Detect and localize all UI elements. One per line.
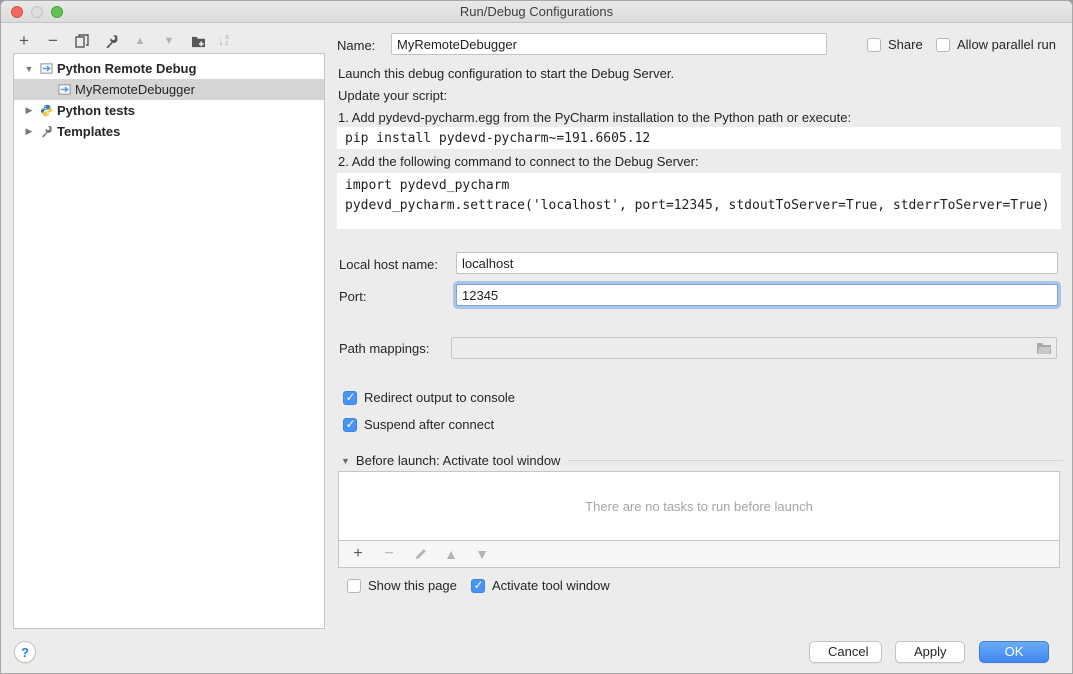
move-down-icon: ▼ [160, 32, 178, 50]
redirect-output-checkbox[interactable] [343, 391, 357, 405]
activate-tool-window-checkbox[interactable] [471, 579, 485, 593]
configurations-tree: ▼ Python Remote Debug ▶ MyRemoteDebugger… [13, 53, 325, 629]
step2-text: 2. Add the following command to connect … [338, 154, 699, 169]
share-checkbox[interactable] [867, 38, 881, 52]
help-button[interactable]: ? [14, 641, 36, 663]
copy-configuration-icon[interactable] [73, 32, 91, 50]
section-divider [568, 460, 1063, 461]
move-task-up-icon: ▲ [442, 545, 460, 563]
tree-item-myremotedebugger[interactable]: ▶ MyRemoteDebugger [14, 79, 324, 100]
ok-button[interactable]: OK [979, 641, 1049, 663]
step1-text: 1. Add pydevd-pycharm.egg from the PyCha… [338, 110, 851, 125]
tree-item-templates[interactable]: ▶ Templates [14, 121, 324, 142]
tree-item-label: Python tests [57, 103, 135, 118]
settrace-code: import pydevd_pycharm pydevd_pycharm.set… [337, 173, 1061, 229]
window-title: Run/Debug Configurations [1, 4, 1072, 19]
configurations-toolbar: + − ▲ ▼ ↓az [15, 29, 229, 53]
title-bar: Run/Debug Configurations [1, 1, 1072, 23]
share-label: Share [888, 37, 923, 52]
show-this-page-label: Show this page [368, 578, 457, 593]
new-folder-icon[interactable] [189, 32, 207, 50]
suspend-after-row: Suspend after connect [343, 417, 494, 432]
allow-parallel-run-label: Allow parallel run [957, 37, 1056, 52]
cancel-button[interactable]: Cancel [809, 641, 882, 663]
suspend-after-label: Suspend after connect [364, 417, 494, 432]
run-config-icon [57, 83, 71, 97]
move-task-down-icon: ▼ [473, 545, 491, 563]
share-checkbox-row: Share [867, 37, 923, 52]
allow-parallel-checkbox-row: Allow parallel run [936, 37, 1056, 52]
name-input[interactable] [391, 33, 827, 55]
expand-collapse-icon[interactable]: ▼ [23, 64, 35, 74]
expand-collapse-icon[interactable]: ▶ [23, 126, 35, 137]
tree-item-python-remote-debug[interactable]: ▼ Python Remote Debug [14, 58, 324, 79]
remove-task-icon: − [380, 545, 398, 563]
edit-task-icon [411, 545, 429, 563]
tasks-empty-text: There are no tasks to run before launch [585, 499, 813, 514]
add-configuration-icon[interactable]: + [15, 32, 33, 50]
suspend-after-checkbox[interactable] [343, 418, 357, 432]
tree-item-label: Templates [57, 124, 120, 139]
redirect-output-row: Redirect output to console [343, 390, 515, 405]
tree-item-label: MyRemoteDebugger [75, 82, 195, 97]
remove-configuration-icon[interactable]: − [44, 32, 62, 50]
name-label: Name: [337, 38, 375, 53]
tree-item-python-tests[interactable]: ▶ Python tests [14, 100, 324, 121]
name-row: Name: [337, 38, 375, 53]
path-mappings-label: Path mappings: [339, 341, 429, 356]
task-toolbar: + − ▲ ▼ [338, 541, 1060, 568]
python-icon [39, 104, 53, 118]
activate-tool-window-label: Activate tool window [492, 578, 610, 593]
browse-folder-icon[interactable] [1032, 338, 1056, 358]
path-mappings-field[interactable] [451, 337, 1057, 359]
show-this-page-row: Show this page [347, 578, 457, 593]
launch-instruction-text: Launch this debug configuration to start… [338, 66, 674, 81]
run-config-icon [39, 62, 53, 76]
allow-parallel-run-checkbox[interactable] [936, 38, 950, 52]
update-script-text: Update your script: [338, 88, 447, 103]
port-label: Port: [339, 289, 366, 304]
edit-templates-icon[interactable] [102, 32, 120, 50]
redirect-output-label: Redirect output to console [364, 390, 515, 405]
collapse-section-icon[interactable]: ▼ [341, 456, 350, 466]
show-this-page-checkbox[interactable] [347, 579, 361, 593]
move-up-icon: ▲ [131, 32, 149, 50]
sort-configurations-icon: ↓az [218, 34, 229, 48]
apply-button[interactable]: Apply [895, 641, 965, 663]
activate-tool-window-row: Activate tool window [471, 578, 610, 593]
tree-item-label: Python Remote Debug [57, 61, 196, 76]
add-task-icon[interactable]: + [349, 545, 367, 563]
expand-collapse-icon[interactable]: ▶ [23, 105, 35, 116]
before-launch-task-list[interactable]: There are no tasks to run before launch [338, 471, 1060, 541]
wrench-icon [39, 125, 53, 139]
run-debug-configurations-dialog: Run/Debug Configurations + − ▲ ▼ ↓az ▼ P… [0, 0, 1073, 674]
pip-install-code: pip install pydevd-pycharm~=191.6605.12 [337, 127, 1061, 149]
port-input[interactable] [456, 284, 1058, 306]
local-host-label: Local host name: [339, 257, 438, 272]
before-launch-header[interactable]: ▼ Before launch: Activate tool window [341, 453, 1063, 468]
local-host-input[interactable] [456, 252, 1058, 274]
before-launch-title: Before launch: Activate tool window [356, 453, 561, 468]
